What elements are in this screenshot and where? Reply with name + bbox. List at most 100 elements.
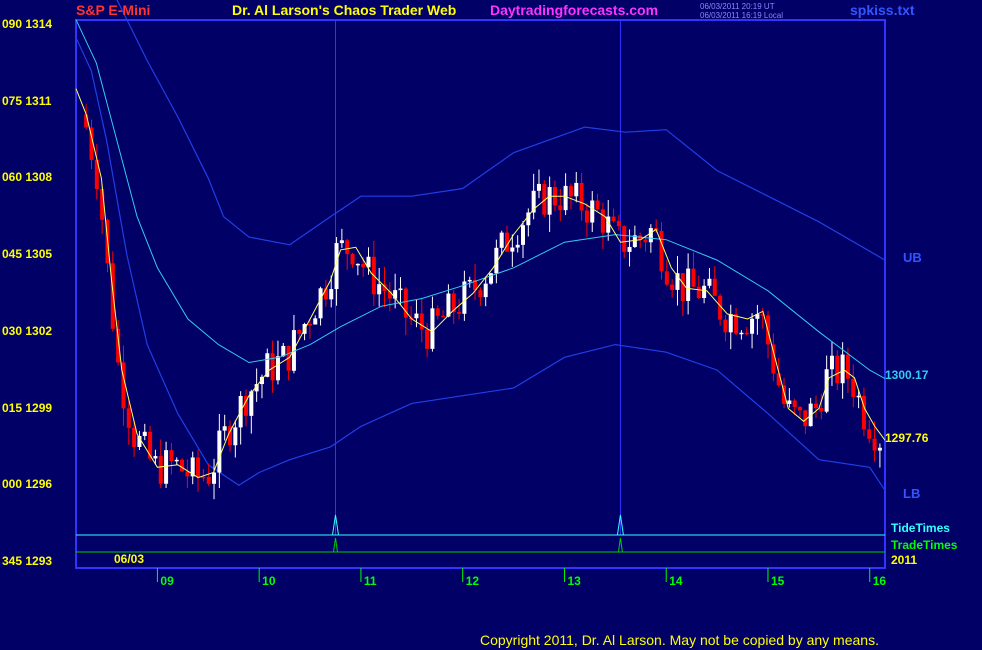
site-link[interactable]: Daytradingforecasts.com <box>490 2 658 18</box>
down-candle <box>600 209 605 233</box>
down-candle <box>201 476 206 479</box>
x-tick-label: 10 <box>262 574 276 588</box>
y-tick-label: 000 1296 <box>2 477 53 492</box>
down-candle <box>771 344 776 374</box>
down-candle <box>180 459 185 472</box>
trade-spike <box>332 537 338 553</box>
up-candle <box>483 283 488 298</box>
down-candle <box>350 254 355 265</box>
up-candle <box>563 185 568 211</box>
up-candle <box>430 308 435 349</box>
down-candle <box>584 210 589 223</box>
down-candle <box>435 308 440 316</box>
up-candle <box>648 228 653 243</box>
up-candle <box>750 318 755 334</box>
down-candle <box>867 429 872 439</box>
down-candle <box>558 205 563 211</box>
up-candle <box>515 244 520 248</box>
mid-ema-line <box>75 19 886 380</box>
x-tick-label: 11 <box>363 574 377 588</box>
up-candle <box>462 281 467 314</box>
up-candle <box>574 182 579 197</box>
timestamp-ut: 06/03/2011 20:19 UT <box>700 2 775 11</box>
down-candle <box>206 476 211 484</box>
up-candle <box>313 318 318 325</box>
copyright-notice: Copyright 2011, Dr. Al Larson. May not b… <box>480 632 879 648</box>
up-candle <box>217 430 222 473</box>
down-candle <box>723 319 728 333</box>
x-tick-label: 09 <box>160 574 174 588</box>
x-tick-label: 13 <box>567 574 581 588</box>
close-value-label: 1297.76 <box>885 431 929 445</box>
down-candle <box>616 220 621 227</box>
up-candle <box>275 356 280 381</box>
trade-times-label: TradeTimes <box>891 538 958 552</box>
down-candle <box>872 438 877 451</box>
down-candle <box>670 284 675 290</box>
author-title: Dr. Al Larson's Chaos Trader Web <box>232 2 457 18</box>
chart-title: S&P E-Mini <box>76 2 151 18</box>
up-candle <box>499 232 504 248</box>
up-candle <box>446 293 451 317</box>
up-candle <box>212 472 217 484</box>
trade-spike <box>617 537 623 553</box>
down-candle <box>798 407 803 411</box>
down-candle <box>169 450 174 461</box>
x-tick-label: 15 <box>770 574 785 588</box>
up-candle <box>510 247 515 252</box>
down-candle <box>345 240 350 255</box>
down-candle <box>478 290 483 298</box>
down-candle <box>696 286 701 298</box>
down-candle <box>297 330 302 334</box>
down-candle <box>132 427 137 448</box>
date-label: 06/03 <box>114 552 145 566</box>
bands-layer <box>75 0 886 491</box>
down-candle <box>611 216 616 221</box>
up-candle <box>877 447 882 451</box>
y-tick-label: 075 1311 <box>2 93 52 108</box>
down-candle <box>457 312 462 314</box>
lower-band-line <box>75 37 886 491</box>
up-candle <box>318 288 323 319</box>
lower-band-label: LB <box>903 486 921 501</box>
down-candle <box>744 332 749 335</box>
up-candle <box>547 187 552 215</box>
y-tick-label: 090 1314 <box>2 16 53 31</box>
up-candle <box>787 400 792 404</box>
up-candle <box>153 456 158 459</box>
down-candle <box>845 354 850 379</box>
up-candle <box>329 289 334 300</box>
up-candle <box>414 313 419 319</box>
down-candle <box>659 230 664 272</box>
down-candle <box>441 315 446 318</box>
down-candle <box>851 378 856 397</box>
up-candle <box>142 431 147 436</box>
down-candle <box>664 271 669 285</box>
candles-layer <box>84 104 882 500</box>
up-candle <box>339 240 344 244</box>
down-candle <box>361 263 366 268</box>
upper-band-label: UB <box>903 250 922 265</box>
down-candle <box>835 355 840 384</box>
down-candle <box>307 324 312 326</box>
up-candle <box>536 183 541 191</box>
mid-value-label: 1300.17 <box>885 368 929 382</box>
down-candle <box>776 373 781 386</box>
x-tick-label: 16 <box>872 574 887 588</box>
upper-band-early-line <box>116 0 225 217</box>
down-candle <box>126 408 131 428</box>
down-candle <box>110 263 115 329</box>
up-candle <box>590 200 595 223</box>
down-candle <box>425 329 430 349</box>
up-candle <box>233 427 238 446</box>
y-tick-label: 030 1302 <box>2 323 53 338</box>
up-candle <box>398 288 403 291</box>
price-chart <box>75 0 886 582</box>
y-tick-label: 345 1293 <box>2 554 53 568</box>
up-candle <box>222 426 227 431</box>
timing-lines-layer <box>76 514 885 582</box>
x-tick-label: 12 <box>465 574 480 588</box>
up-candle <box>739 332 744 335</box>
x-tick-label: 14 <box>669 574 683 588</box>
down-candle <box>643 239 648 243</box>
